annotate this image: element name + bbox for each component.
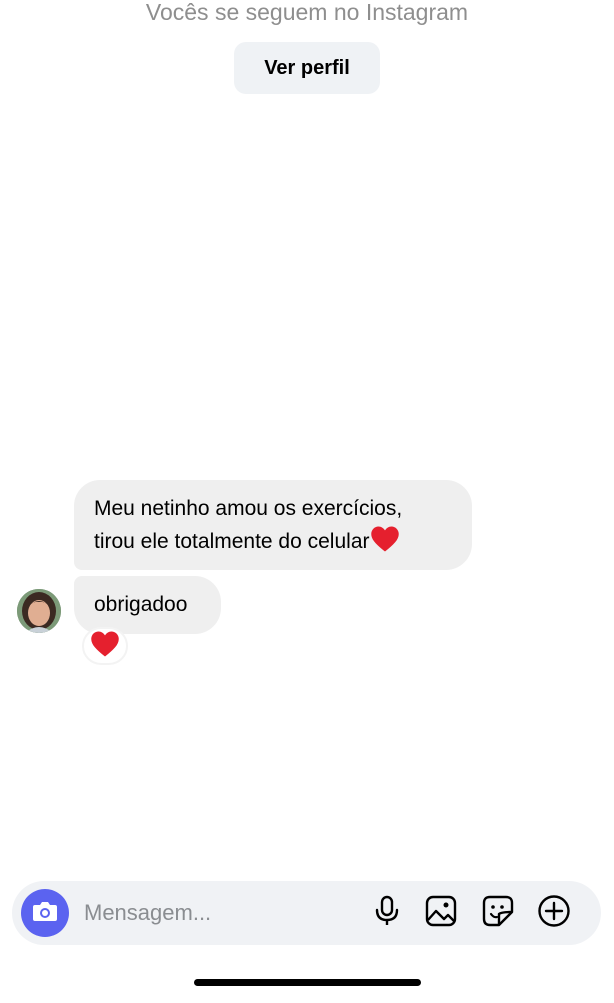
camera-button[interactable] — [21, 889, 69, 937]
heart-icon — [90, 630, 120, 663]
microphone-button[interactable] — [369, 895, 405, 931]
message-bubble[interactable]: obrigadoo — [74, 576, 221, 634]
message-text: obrigadoo — [94, 593, 188, 616]
gallery-icon — [425, 895, 457, 932]
heart-emoji-icon — [370, 525, 400, 563]
plus-icon — [537, 894, 571, 933]
view-profile-button[interactable]: Ver perfil — [234, 42, 380, 94]
sticker-button[interactable] — [480, 895, 516, 931]
message-text-line1: Meu netinho amou os exercícios, — [94, 497, 403, 520]
message-text-line2: tirou ele totalmente do celular — [94, 530, 370, 553]
home-indicator[interactable] — [194, 979, 421, 986]
message-bubble[interactable]: Meu netinho amou os exercícios, tirou el… — [74, 480, 472, 570]
sticker-icon — [482, 895, 514, 932]
gallery-button[interactable] — [423, 895, 459, 931]
add-button[interactable] — [536, 894, 572, 933]
message-composer — [12, 881, 601, 945]
camera-icon — [31, 898, 59, 929]
avatar[interactable] — [17, 589, 61, 633]
message-input[interactable] — [84, 893, 354, 933]
heart-reaction[interactable] — [82, 627, 128, 665]
microphone-icon — [372, 895, 402, 932]
follow-note: Vocês se seguem no Instagram — [145, 0, 469, 25]
